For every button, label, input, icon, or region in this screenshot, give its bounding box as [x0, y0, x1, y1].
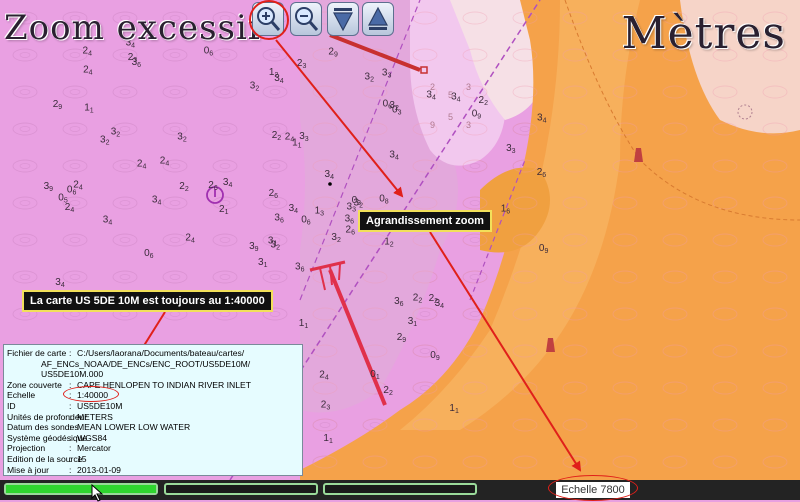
rock-marker	[328, 182, 332, 186]
progress-bar-2	[164, 483, 318, 495]
down-triangle-icon	[333, 8, 353, 32]
up-triangle-icon	[368, 6, 388, 30]
chart-info-rows: Zone couverte: CAPE HENLOPEN TO INDIAN RI…	[7, 380, 299, 475]
layer-down-button[interactable]	[327, 2, 359, 36]
chart-info-key: Echelle	[7, 390, 36, 401]
shoal-sounding: 5	[448, 112, 453, 122]
chart-info-key: Système géodésique	[7, 432, 88, 443]
scale-callout: La carte US 5DE 10M est toujours au 1:40…	[22, 290, 273, 312]
shoal-sounding: 9	[430, 120, 435, 130]
zoom-in-magnifier-icon	[257, 7, 281, 31]
chart-file-row: Fichier de carte : C:/Users/laorana/Docu…	[7, 348, 299, 359]
shoal-sounding: 2	[430, 82, 435, 92]
zoom-in-button[interactable]	[252, 2, 284, 36]
chart-info-value: WGS84	[77, 432, 108, 443]
chart-info-row: Unités de profondeur: METERS	[7, 412, 299, 423]
chart-info-key: ID	[7, 400, 16, 411]
chart-info-value: 2013-01-09	[77, 464, 121, 475]
shoal-sounding: 5	[448, 90, 453, 100]
restricted-area-pattern-land	[300, 0, 800, 480]
progress-bar-1	[4, 483, 158, 495]
chart-info-value: MEAN LOWER LOW WATER	[77, 422, 191, 433]
chart-info-row: Echelle:1:40000	[7, 390, 299, 401]
scale-readout: Echelle 7800	[556, 482, 630, 498]
chart-info-row: Datum des sondes: MEAN LOWER LOW WATER	[7, 422, 299, 433]
layer-up-button[interactable]	[362, 2, 394, 36]
chart-info-row: Projection: Mercator	[7, 443, 299, 454]
shoal-sounding: 3	[466, 120, 471, 130]
zoom-warning-label: Zoom excessif	[4, 8, 262, 48]
chart-info-key: Edition de la source	[7, 453, 83, 464]
shoal-sounding: 3	[466, 82, 471, 92]
chart-file-value: C:/Users/laorana/Documents/bateau/cartes…	[77, 348, 245, 358]
status-bar	[0, 480, 800, 500]
progress-fill-1	[6, 485, 156, 493]
chart-info-row: Zone couverte: CAPE HENLOPEN TO INDIAN RI…	[7, 380, 299, 391]
zoom-callout: Agrandissement zoom	[358, 210, 492, 232]
mouse-cursor-icon	[91, 484, 104, 502]
progress-bar-3	[323, 483, 477, 495]
units-label: Mètres	[621, 8, 786, 59]
chart-info-panel: Fichier de carte : C:/Users/laorana/Docu…	[3, 344, 303, 476]
chart-file-key: Fichier de carte	[7, 348, 67, 358]
chart-info-key: Zone couverte	[7, 379, 62, 390]
chart-info-row: ID: US5DE10M	[7, 401, 299, 412]
zoom-out-button[interactable]	[290, 2, 322, 36]
chart-info-row: Mise à jour:2013-01-09	[7, 465, 299, 476]
chart-info-key: Mise à jour	[7, 464, 50, 475]
chart-file-path-cont: AF_ENCs_NOAA/DE_ENCs/ENC_ROOT/US5DE10M/	[41, 358, 251, 369]
chart-info-value: US5DE10M	[77, 400, 123, 411]
chart-info-value: CAPE HENLOPEN TO INDIAN RIVER INLET	[77, 379, 251, 390]
chart-info-key: Datum des sondes	[7, 422, 79, 433]
chart-info-key: Unités de profondeur	[7, 411, 88, 422]
chart-info-value: Mercator	[77, 443, 111, 454]
chart-info-row: Edition de la source:15	[7, 454, 299, 465]
chart-info-row: Système géodésique: WGS84	[7, 433, 299, 444]
chart-info-value: 1:40000	[77, 390, 109, 401]
chart-info-value: 15	[77, 453, 87, 464]
chart-info-key: Projection	[7, 443, 46, 454]
chart-file-name: US5DE10M.000	[41, 369, 104, 380]
chart-info-value: METERS	[77, 411, 113, 422]
zoom-out-magnifier-icon	[295, 7, 319, 31]
